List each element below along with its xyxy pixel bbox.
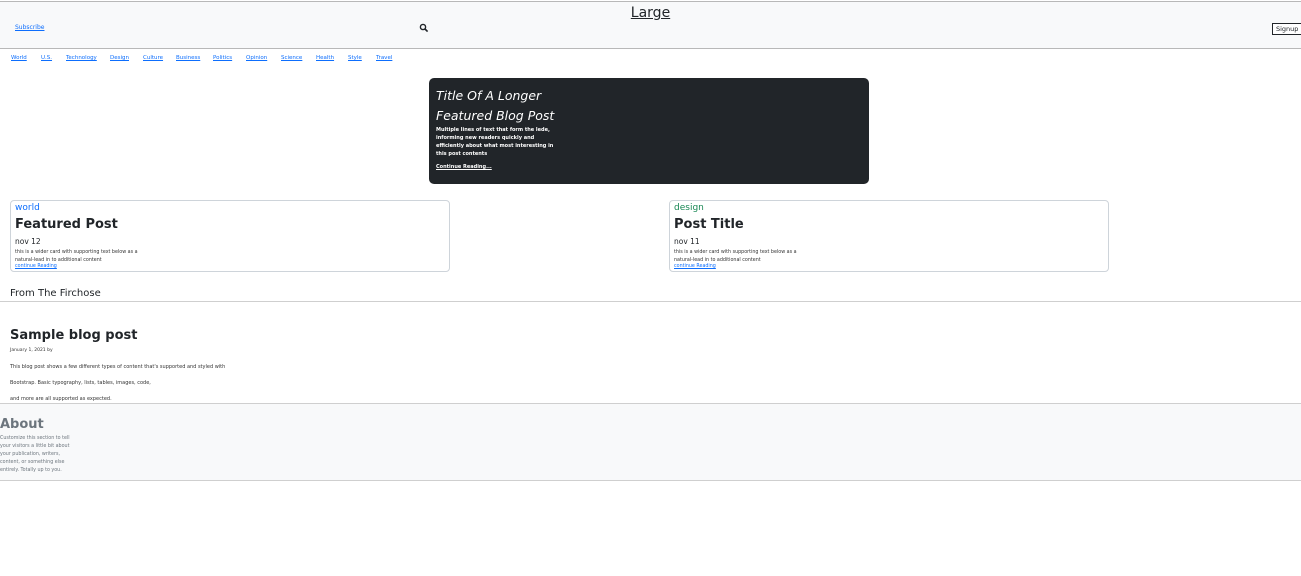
signup-button[interactable]: Signup — [1272, 23, 1301, 35]
card-date: nov 12 — [15, 237, 41, 246]
hero-title: Title Of A Longer Featured Blog Post — [436, 88, 555, 123]
card-continue-link[interactable]: continue Reading — [674, 264, 716, 269]
post-card: world Featured Post nov 12 this is a wid… — [10, 200, 450, 272]
post-card: design Post Title nov 11 this is a wider… — [669, 200, 1109, 272]
card-category: world — [15, 203, 40, 213]
post-meta: January 1, 2021 by — [10, 348, 53, 353]
nav-link-style[interactable]: Style — [348, 55, 362, 61]
featured-hero: Title Of A Longer Featured Blog Post Mul… — [429, 78, 869, 184]
nav-link-technology[interactable]: Technology — [66, 55, 97, 61]
post-title: Sample blog post — [10, 328, 138, 343]
about-section: About Customize this section to tell you… — [0, 403, 1301, 481]
section-heading: From The Firchose — [10, 288, 101, 299]
nav-link-business[interactable]: Business — [176, 55, 200, 61]
about-title: About — [0, 417, 44, 432]
nav-link-travel[interactable]: Travel — [376, 55, 392, 61]
nav-link-politics[interactable]: Politics — [213, 55, 232, 61]
nav-link-opinion[interactable]: Opinion — [246, 55, 267, 61]
card-text: this is a wider card with supporting tex… — [15, 250, 138, 263]
nav-link-culture[interactable]: Culture — [143, 55, 163, 61]
hero-continue-link[interactable]: Continue Reading... — [436, 164, 492, 170]
post-paragraph: This blog post shows a few different typ… — [10, 364, 226, 370]
hero-lede: Multiple lines of text that form the led… — [436, 127, 554, 157]
nav-link-design[interactable]: Design — [110, 55, 129, 61]
card-category: design — [674, 203, 704, 213]
search-icon[interactable] — [419, 23, 429, 33]
post-paragraph: Bootstrap. Basic typography, lists, tabl… — [10, 380, 151, 386]
card-title: Featured Post — [15, 217, 118, 232]
card-text: this is a wider card with supporting tex… — [674, 250, 797, 263]
nav-link-us[interactable]: U.S. — [41, 55, 52, 61]
section-divider — [0, 301, 1301, 302]
nav-link-health[interactable]: Health — [316, 55, 334, 61]
card-date: nov 11 — [674, 237, 700, 246]
card-continue-link[interactable]: continue Reading — [15, 264, 57, 269]
nav-link-science[interactable]: Science — [281, 55, 302, 61]
site-header: Subscribe Large Signup — [0, 1, 1301, 49]
site-brand[interactable]: Large — [0, 5, 1301, 21]
card-title: Post Title — [674, 217, 744, 232]
post-paragraph: and more are all supported as expected. — [10, 396, 112, 402]
about-text: Customize this section to tell your visi… — [0, 436, 70, 473]
nav-link-world[interactable]: World — [11, 55, 27, 61]
subscribe-link[interactable]: Subscribe — [15, 24, 44, 31]
